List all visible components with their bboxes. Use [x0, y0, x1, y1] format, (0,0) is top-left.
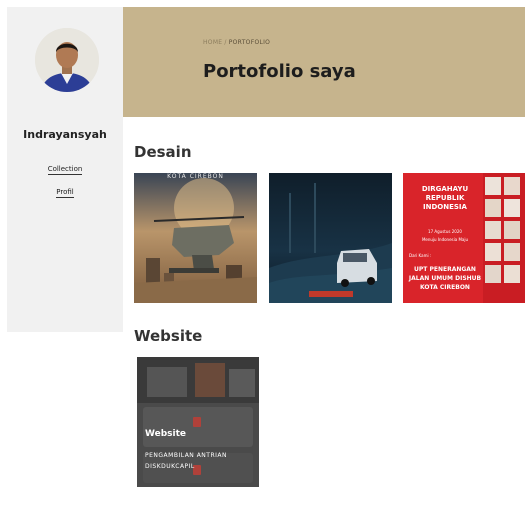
poster-date: 17 Agustus 2020	[428, 229, 462, 234]
poster-title: DIRGAHAYU REPUBLIK INDONESIA	[421, 185, 469, 211]
breadcrumb: HOME / PORTOFOLIO	[203, 39, 270, 46]
section-title-website: Website	[134, 327, 203, 345]
sidebar-link-profil[interactable]: Profil	[7, 188, 123, 198]
portfolio-page: Indrayansyah Collection Profil HOME / PORT…	[0, 0, 525, 518]
breadcrumb-current: PORTOFOLIO	[228, 39, 271, 46]
design-image-red-bar	[309, 291, 353, 297]
breadcrumb-separator: /	[224, 39, 227, 46]
poster-org: UPT PENERANGAN JALAN UMUM DISHUB KOTA CI…	[408, 266, 482, 291]
design-card-dirgahayu[interactable]: DIRGAHAYU REPUBLIK INDONESIA 17 Agustus …	[403, 173, 525, 303]
design-card-helicopter[interactable]: KOTA CIREBON	[134, 173, 257, 303]
poster-tagline: Menuju Indonesia Maju	[421, 237, 469, 242]
breadcrumb-home[interactable]: HOME	[203, 39, 222, 46]
design-image-helicopter	[134, 173, 257, 303]
profile-name: Indrayansyah	[23, 128, 107, 141]
sidebar-link-collection[interactable]: Collection	[7, 165, 123, 175]
sidebar: Indrayansyah Collection Profil	[7, 7, 123, 332]
website-card-description: PENGAMBILAN ANTRIAN DISKDUKCAPIL	[145, 452, 227, 470]
avatar	[35, 28, 99, 92]
avatar-photo	[35, 28, 99, 92]
design-image-night	[269, 173, 392, 303]
sidebar-link-collection-label[interactable]: Collection	[47, 165, 83, 175]
section-title-desain: Desain	[134, 143, 192, 161]
website-card[interactable]: Website PENGAMBILAN ANTRIAN DISKDUKCAPIL	[137, 357, 259, 487]
design-image-caption: KOTA CIREBON	[167, 173, 224, 180]
website-card-title: Website	[145, 429, 187, 439]
page-title: Portofolio saya	[203, 61, 356, 82]
design-card-night[interactable]	[269, 173, 392, 303]
sidebar-link-profil-label[interactable]: Profil	[56, 188, 74, 198]
page-header: HOME / PORTOFOLIO Portofolio saya	[123, 7, 525, 117]
poster-from: Dari Kami :	[409, 253, 432, 258]
